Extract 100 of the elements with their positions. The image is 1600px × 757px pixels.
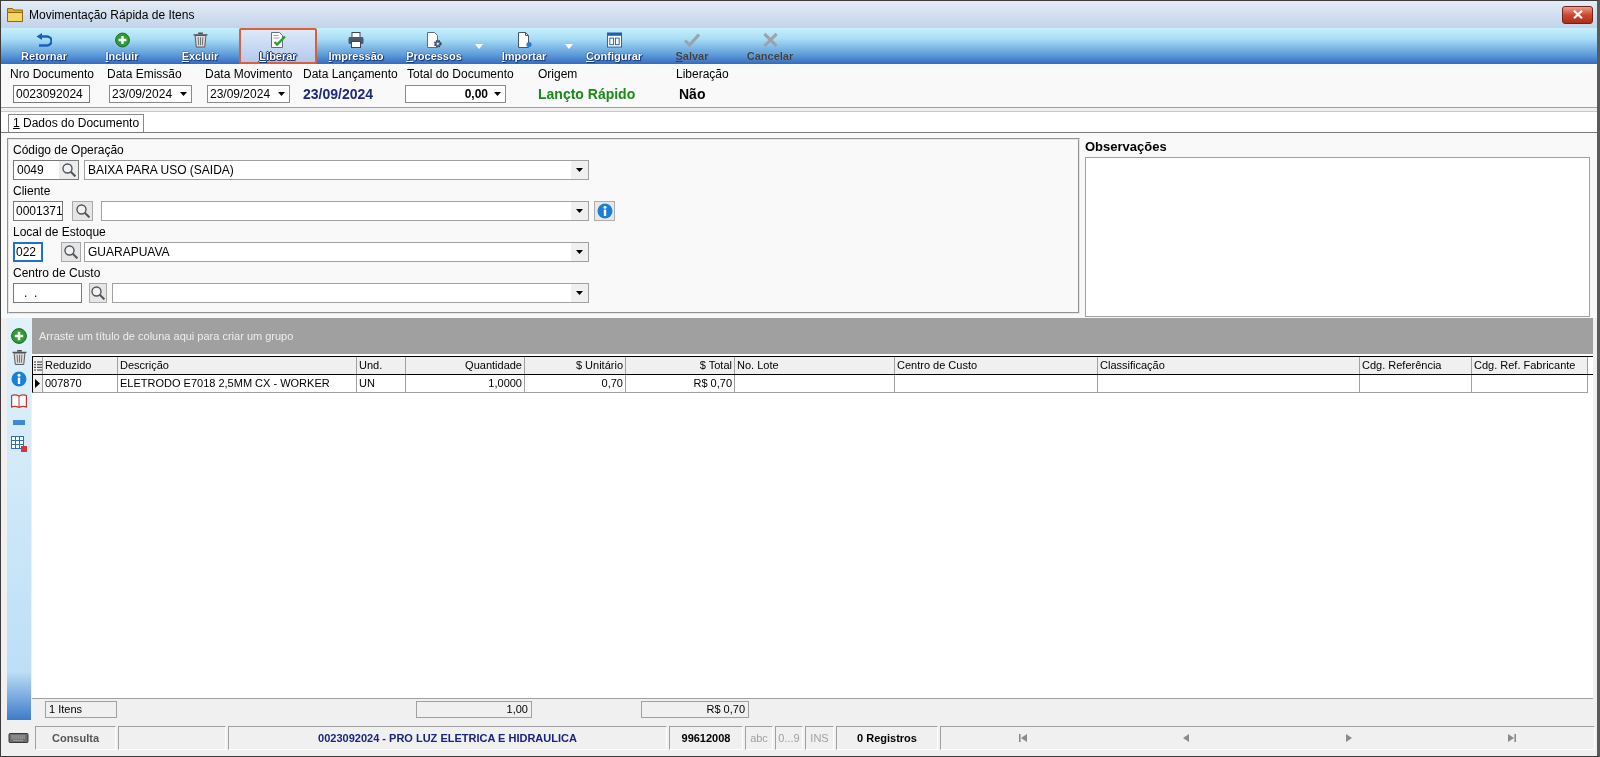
caret-icon [576,209,583,213]
dropdown-field[interactable]: GUARAPUAVA [84,242,589,262]
plus-icon[interactable] [11,327,27,344]
next-record-icon[interactable] [1345,734,1352,742]
key-indicator: INS [805,726,834,750]
search-button[interactable] [89,283,107,303]
dropdown-field[interactable] [101,201,589,221]
column-header[interactable]: Cdg. Referência [1360,357,1472,374]
code-field[interactable]: 0001371 [13,201,63,221]
total-dropdown[interactable]: 0,00 [405,85,506,103]
field-label: Data Lançamento [303,67,399,81]
search-icon [91,286,105,300]
trash-icon [192,32,208,48]
field-label: Nro Documento [10,67,96,81]
date-dropdown[interactable]: 23/09/2024 [109,85,192,103]
column-header[interactable]: Descrição [118,357,357,374]
record-count: 0 Registros [836,726,938,750]
info-icon[interactable] [11,371,27,387]
observations-label: Observações [1085,138,1168,155]
document-status: 0023092024 - PRO LUZ ELETRICA E HIDRAULICA [228,726,667,750]
code-field[interactable]: 022 [13,242,43,262]
field-label: Total do Documento [407,67,515,81]
dropdown-field[interactable] [112,283,589,303]
field-label: Cliente [13,183,52,199]
column-header[interactable]: $ Unitário [525,357,626,374]
search-button[interactable] [61,242,81,262]
field-label: Centro de Custo [13,265,102,281]
tab[interactable]: 1 Dados do Documento [8,114,145,132]
quantity-total: 1,00 [416,701,532,718]
info-button[interactable] [594,201,615,221]
document-check-icon [270,32,286,48]
field-label: Data Emissão [107,67,183,81]
close-button[interactable] [1562,5,1593,24]
column-header[interactable]: Quantidade [406,357,525,374]
column-header[interactable]: No. Lote [735,357,895,374]
search-button[interactable] [72,201,93,221]
keyboard-icon [8,733,29,743]
text-field[interactable]: 0023092024 [13,85,90,103]
column-header[interactable]: Und. [357,357,406,374]
column-header[interactable]: Centro de Custo [895,357,1098,374]
info-icon [596,203,613,219]
caret-icon [576,250,583,254]
last-record-icon[interactable] [1507,734,1516,742]
search-icon [75,204,90,218]
field-label: Código de Operação [13,142,125,158]
field-label: Data Movimento [205,67,294,81]
table-cell: 1,0000 [406,375,525,393]
window-title: Movimentação Rápida de Itens [29,7,195,22]
printer-icon [348,32,364,48]
table-cell: 007870 [43,375,118,393]
field-value: Não [679,86,707,102]
window-icon [606,32,622,48]
caret-icon [494,92,501,96]
column-header[interactable]: $ Total [626,357,735,374]
first-record-icon[interactable] [1019,734,1028,742]
column-header[interactable]: Cdg. Ref. Fabricante [1472,357,1588,374]
table-cell: R$ 0,70 [626,375,735,393]
group-hint: Arraste um título de coluna aqui para criar um grupo [39,330,294,342]
caret-icon [180,92,187,96]
code-field[interactable]: . . [13,283,82,303]
dash-icon[interactable] [13,419,25,425]
document-icon [516,32,532,48]
caret-icon[interactable] [565,44,573,49]
dropdown-field[interactable]: BAIXA PARA USO (SAIDA) [84,160,589,180]
item-count: 1 Itens [45,701,117,718]
mode-indicator: Consulta [35,726,116,750]
table-icon[interactable] [11,435,27,452]
row-pointer-icon [35,379,40,388]
key-indicator: 0...9 [775,726,803,750]
list-icon [33,360,42,371]
field-label: Origem [538,67,579,81]
field-label: Local de Estoque [13,224,107,240]
table-cell: ELETRODO E7018 2,5MM CX - WORKER [118,375,357,393]
column-header[interactable]: Classificação [1098,357,1360,374]
check-icon [684,32,700,48]
plus-icon [114,32,130,48]
field-label: Liberação [676,67,730,81]
caret-icon[interactable] [475,44,483,49]
observations-field[interactable] [1085,157,1590,317]
caret-icon [576,291,583,295]
previous-record-icon[interactable] [1183,734,1190,742]
row-indicator[interactable] [32,375,43,393]
column-chooser-button[interactable] [32,357,43,374]
field-value: 23/09/2024 [303,86,375,102]
caret-icon [278,92,285,96]
date-dropdown[interactable]: 23/09/2024 [207,85,290,103]
trash-icon[interactable] [11,349,27,365]
book-icon[interactable] [11,393,27,408]
code-status: 99612008 [669,726,743,750]
search-icon [64,245,78,259]
table-cell: UN [357,375,406,393]
cross-icon [762,32,778,48]
key-indicator: abc [745,726,773,750]
close-icon [1572,10,1583,19]
caret-icon [576,168,583,172]
return-arrow-icon [36,32,52,48]
document-gear-icon [426,32,442,48]
column-header[interactable]: Reduzido [43,357,118,374]
table-cell: 0,70 [525,375,626,393]
field-value: Lançto Rápido [538,86,637,102]
